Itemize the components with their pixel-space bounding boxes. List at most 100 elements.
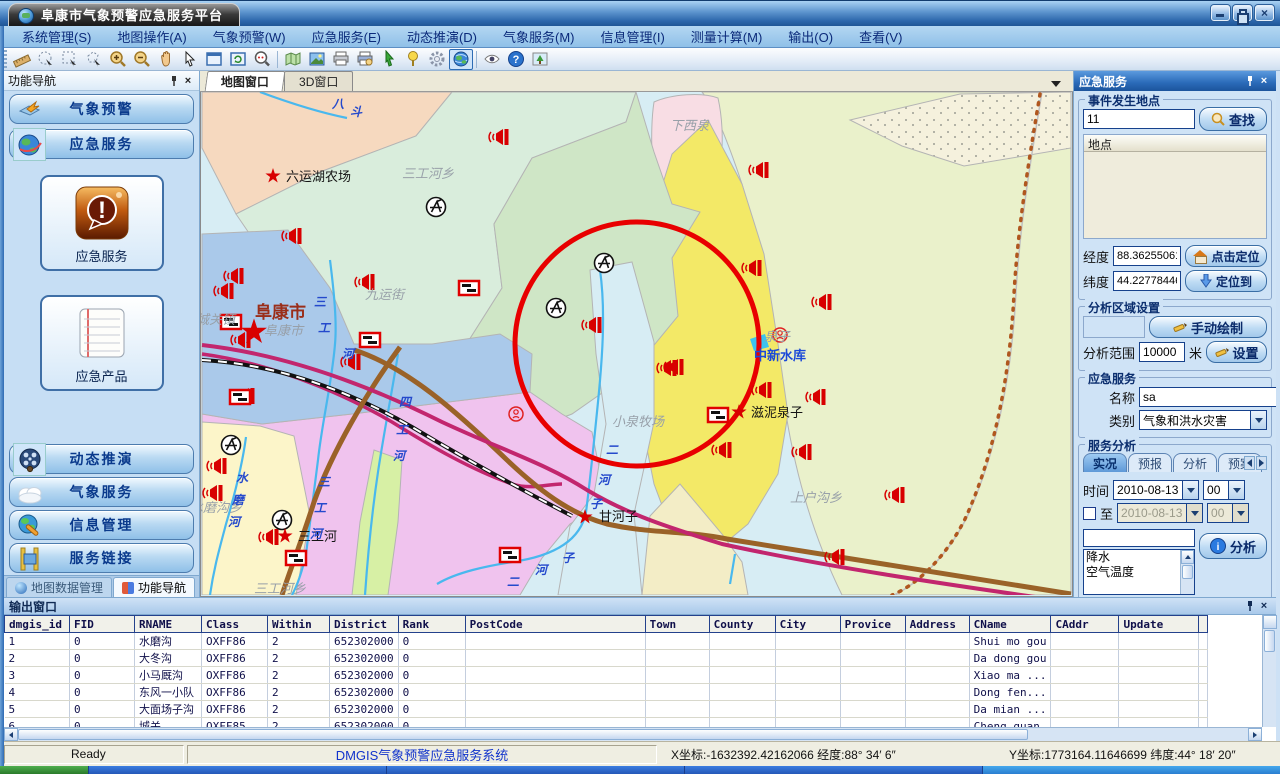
- locate-to-button[interactable]: 定位到: [1185, 270, 1267, 292]
- service-name-input[interactable]: [1139, 387, 1276, 407]
- pin-marker-icon[interactable]: [401, 49, 425, 70]
- taskbar-start-fragment[interactable]: [0, 766, 88, 774]
- taskbar-item[interactable]: [88, 766, 386, 774]
- eye-icon[interactable]: [480, 49, 504, 70]
- pointer-icon[interactable]: [178, 49, 202, 70]
- column-header[interactable]: Address: [905, 616, 969, 633]
- dropdown-arrow-icon[interactable]: [1250, 411, 1266, 429]
- output-vertical-scrollbar[interactable]: [1262, 615, 1276, 727]
- measure-icon[interactable]: [10, 49, 34, 70]
- tab-live[interactable]: 实况: [1083, 453, 1127, 472]
- pin-icon[interactable]: [167, 74, 181, 88]
- latitude-input[interactable]: [1113, 271, 1181, 291]
- full-extent-icon[interactable]: [202, 49, 226, 70]
- zoom-out-icon[interactable]: [130, 49, 154, 70]
- column-header[interactable]: Town: [645, 616, 709, 633]
- manual-draw-button[interactable]: 手动绘制: [1149, 316, 1267, 338]
- menu-measure[interactable]: 测量计算(M): [679, 25, 775, 48]
- tab-forecast[interactable]: 预报: [1128, 453, 1172, 472]
- tree-view-icon[interactable]: [528, 49, 552, 70]
- column-header[interactable]: Provice: [840, 616, 905, 633]
- menu-dynamic[interactable]: 动态推演(D): [395, 25, 489, 48]
- column-header[interactable]: Update: [1119, 616, 1199, 633]
- analysis-range-input[interactable]: [1139, 342, 1185, 362]
- close-panel-icon[interactable]: ×: [1257, 599, 1271, 613]
- menu-view[interactable]: 查看(V): [847, 25, 914, 48]
- nav-group-weather-warning[interactable]: 气象预警: [9, 94, 194, 124]
- date-select[interactable]: 2010-08-13: [1113, 480, 1199, 500]
- layers-icon[interactable]: [281, 49, 305, 70]
- tab-map-data-management[interactable]: 地图数据管理: [6, 577, 112, 597]
- tab-scroll-left-icon[interactable]: [1244, 456, 1255, 470]
- column-header[interactable]: City: [775, 616, 840, 633]
- pin-icon[interactable]: [1243, 74, 1257, 88]
- pin-icon[interactable]: [1243, 599, 1257, 613]
- list-item[interactable]: 空气温度: [1084, 565, 1194, 580]
- taskbar-item[interactable]: [386, 766, 684, 774]
- menu-system[interactable]: 系统管理(S): [10, 25, 103, 48]
- column-header[interactable]: PostCode: [465, 616, 645, 633]
- scroll-thumb[interactable]: [18, 729, 1028, 740]
- tab-scroll-right-icon[interactable]: [1256, 456, 1267, 470]
- column-header[interactable]: Within: [268, 616, 330, 633]
- close-panel-icon[interactable]: ×: [1257, 74, 1271, 88]
- taskbar-item[interactable]: [684, 766, 982, 774]
- column-header[interactable]: CAddr: [1051, 616, 1119, 633]
- column-header[interactable]: FID: [70, 616, 135, 633]
- scroll-up-icon[interactable]: [1181, 550, 1194, 564]
- column-header[interactable]: District: [330, 616, 399, 633]
- tab-list-dropdown-icon[interactable]: [1051, 81, 1061, 87]
- close-panel-icon[interactable]: ×: [181, 74, 195, 88]
- element-filter-box[interactable]: [1083, 529, 1195, 547]
- longitude-input[interactable]: [1113, 246, 1181, 266]
- help-icon[interactable]: ?: [504, 49, 528, 70]
- to-checkbox[interactable]: [1083, 507, 1096, 520]
- refresh-icon[interactable]: [226, 49, 250, 70]
- scroll-up-icon[interactable]: [1263, 615, 1277, 629]
- dropdown-arrow-icon[interactable]: [1228, 481, 1244, 499]
- table-row[interactable]: 40东风一小队OXFF8626523020000Dong fen...: [5, 684, 1208, 701]
- column-header[interactable]: County: [709, 616, 775, 633]
- menu-weather-warning[interactable]: 气象预警(W): [201, 25, 298, 48]
- restore-button[interactable]: [1233, 5, 1252, 21]
- scroll-left-icon[interactable]: [4, 728, 18, 741]
- list-item[interactable]: 降水: [1084, 550, 1194, 565]
- click-locate-button[interactable]: 点击定位: [1185, 245, 1267, 267]
- output-horizontal-scrollbar[interactable]: [4, 727, 1262, 741]
- table-row[interactable]: 60城关OXFF8526523020000Cheng guan: [5, 718, 1208, 728]
- output-table-container[interactable]: dmgis_id FID RNAME Class Within District…: [4, 615, 1262, 727]
- table-row[interactable]: 50大面场子沟OXFF8626523020000Da mian ...: [5, 701, 1208, 718]
- table-row[interactable]: 10水磨沟OXFF8626523020000Shui mo gou: [5, 633, 1208, 650]
- nav-group-emergency-service[interactable]: 应急服务: [9, 129, 194, 159]
- minimize-button[interactable]: [1211, 5, 1230, 21]
- dropdown-arrow-icon[interactable]: [1182, 481, 1198, 499]
- location-list[interactable]: 地点: [1083, 134, 1267, 239]
- column-header[interactable]: Class: [202, 616, 268, 633]
- run-analysis-button[interactable]: i 分析: [1199, 533, 1267, 559]
- emergency-product-button[interactable]: 应急产品: [40, 295, 164, 391]
- close-button[interactable]: ×: [1255, 5, 1274, 21]
- scroll-right-icon[interactable]: [1248, 728, 1262, 741]
- zoom-in-icon[interactable]: [106, 49, 130, 70]
- nav-group-info-management[interactable]: 信息管理: [9, 510, 194, 540]
- location-list-body[interactable]: [1084, 152, 1266, 238]
- tab-map-window[interactable]: 地图窗口: [205, 71, 286, 91]
- tab-analysis[interactable]: 分析: [1173, 453, 1217, 472]
- print-preview-icon[interactable]: [353, 49, 377, 70]
- table-row[interactable]: 20大冬沟OXFF8626523020000Da dong gou: [5, 650, 1208, 667]
- column-header[interactable]: RNAME: [135, 616, 202, 633]
- column-header[interactable]: CName: [969, 616, 1051, 633]
- nav-group-dynamic-deduction[interactable]: 动态推演: [9, 444, 194, 474]
- table-row[interactable]: 30小马厩沟OXFF8626523020000Xiao ma ...: [5, 667, 1208, 684]
- column-header[interactable]: dmgis_id: [5, 616, 70, 633]
- select-polygon-icon[interactable]: [82, 49, 106, 70]
- taskbar-item[interactable]: [982, 766, 1280, 774]
- menu-emergency[interactable]: 应急服务(E): [300, 25, 393, 48]
- set-range-button[interactable]: 设置: [1206, 341, 1267, 363]
- green-pointer-icon[interactable]: [377, 49, 401, 70]
- find-button[interactable]: 查找: [1199, 107, 1267, 131]
- element-list-scrollbar[interactable]: [1180, 550, 1194, 594]
- pan-icon[interactable]: [154, 49, 178, 70]
- hour-select[interactable]: 00: [1203, 480, 1245, 500]
- settings-gear-icon[interactable]: [425, 49, 449, 70]
